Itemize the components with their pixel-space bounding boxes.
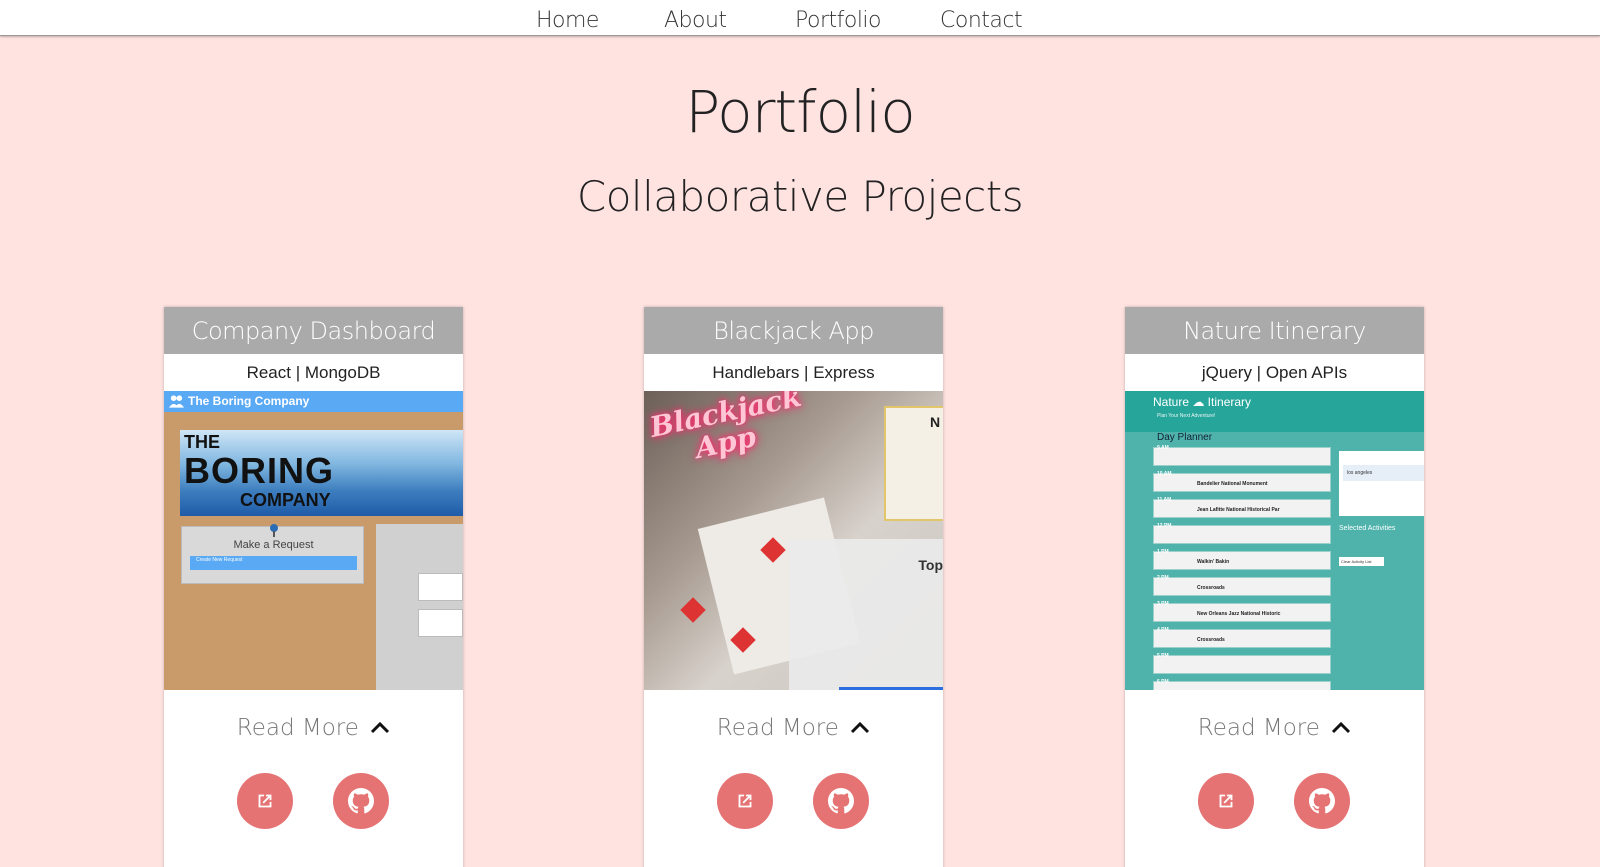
planner-row: [1153, 681, 1331, 690]
section-title: Collaborative Projects: [576, 172, 1024, 221]
diamond-suit-icon: [680, 597, 706, 623]
read-more-label: Read More: [1197, 715, 1320, 741]
logo-text-3: COMPANY: [240, 490, 331, 510]
nav-link-about[interactable]: About: [664, 8, 727, 33]
pin-icon: [270, 524, 278, 537]
neon-title: Blackjack App: [647, 391, 810, 472]
github-icon: [1309, 788, 1335, 814]
planner-row: [1153, 629, 1331, 648]
logo-text-2: BORING: [184, 450, 334, 491]
read-more-toggle[interactable]: Read More: [1125, 715, 1424, 741]
screenshot-logo-banner: THE BORING COMPANY: [180, 430, 463, 516]
external-link-icon: [738, 794, 752, 808]
screenshot-leaderboard-panel: Top: [789, 539, 943, 690]
screenshot-header: Nature ☁ Itinerary Plan Your Next Advent…: [1125, 391, 1424, 432]
planner-hour: 3 PM: [1157, 601, 1169, 607]
chevron-up-icon: [851, 721, 870, 733]
screenshot-app-name: Nature ☁ Itinerary: [1153, 395, 1252, 409]
screenshot-request-form: Make a Request Create New Request: [181, 524, 364, 584]
screenshot-selected-label: Selected Activities: [1339, 525, 1396, 532]
card-title: Nature Itinerary: [1125, 307, 1424, 354]
nav-link-home[interactable]: Home: [536, 8, 599, 33]
planner-activity: Jean Lafitte National Historical Par: [1197, 507, 1280, 513]
planner-row: [1153, 525, 1331, 544]
planner-hour: 1 PM: [1157, 549, 1169, 555]
planner-row: [1153, 447, 1331, 466]
planner-row: [1153, 551, 1331, 570]
screenshot-form-label: Make a Request: [233, 539, 314, 551]
screenshot-planner-label: Day Planner: [1157, 432, 1213, 443]
github-repo-button[interactable]: [333, 773, 389, 829]
read-more-label: Read More: [716, 715, 839, 741]
planner-hour: 10 AM: [1157, 471, 1172, 477]
github-icon: [828, 788, 854, 814]
planner-hour: 6 PM: [1157, 679, 1169, 685]
screenshot-search-box: los angeles: [1339, 451, 1424, 516]
external-link-icon: [258, 794, 272, 808]
live-site-button[interactable]: [237, 773, 293, 829]
nav-link-portfolio[interactable]: Portfolio: [795, 8, 882, 33]
nav-link-contact[interactable]: Contact: [940, 8, 1023, 33]
leaderboard-title: Top: [918, 557, 943, 573]
screenshot-search-value: los angeles: [1343, 465, 1424, 481]
page-title: Portfolio: [685, 78, 916, 146]
people-icon: [169, 395, 184, 408]
github-repo-button[interactable]: [813, 773, 869, 829]
playing-card-image: N: [884, 406, 943, 521]
read-more-label: Read More: [236, 715, 359, 741]
project-screenshot: Nature ☁ Itinerary Plan Your Next Advent…: [1125, 391, 1424, 690]
project-card-company-dashboard: Company Dashboard React | MongoDB The Bo…: [164, 307, 463, 867]
project-card-nature-itinerary: Nature Itinerary jQuery | Open APIs Natu…: [1125, 307, 1424, 867]
card-tech-stack: React | MongoDB: [246, 363, 381, 382]
screenshot-app-bar: The Boring Company: [164, 391, 463, 412]
planner-hour: 11 AM: [1157, 497, 1172, 503]
planner-hour: 4 PM: [1157, 627, 1169, 633]
planner-activity: Bandelier National Monument: [1197, 481, 1268, 487]
planner-row: [1153, 655, 1331, 674]
planner-row: [1153, 577, 1331, 596]
screenshot-tagline: Plan Your Next Adventure!: [1157, 413, 1216, 419]
top-navbar: Home About Portfolio Contact: [0, 0, 1600, 36]
screenshot-side-card: [418, 609, 463, 637]
planner-hour: 9 AM: [1157, 445, 1169, 451]
card-tech-stack: Handlebars | Express: [712, 363, 875, 382]
card-title: Company Dashboard: [164, 307, 463, 354]
card-tech-stack: jQuery | Open APIs: [1201, 363, 1348, 382]
project-screenshot: N Top Blackjack App: [644, 391, 943, 690]
screenshot-side-panel: [376, 524, 463, 690]
live-site-button[interactable]: [1198, 773, 1254, 829]
planner-activity: Crossroads: [1197, 585, 1225, 591]
planner-hour: 12 PM: [1157, 523, 1172, 529]
live-site-button[interactable]: [717, 773, 773, 829]
screenshot-side-card: [418, 573, 463, 601]
screenshot-select: Create New Request: [190, 556, 357, 570]
github-repo-button[interactable]: [1294, 773, 1350, 829]
planner-hour: 2 PM: [1157, 575, 1169, 581]
chevron-up-icon: [1332, 721, 1351, 733]
external-link-icon: [1219, 794, 1233, 808]
card-title: Blackjack App: [644, 307, 943, 354]
read-more-toggle[interactable]: Read More: [644, 715, 943, 741]
screenshot-app-name: The Boring Company: [188, 394, 310, 408]
screenshot-select-value: Create New Request: [196, 557, 243, 563]
chevron-up-icon: [371, 721, 390, 733]
planner-activity: Walkin' Bakin: [1197, 559, 1230, 565]
planner-activity: Crossroads: [1197, 637, 1225, 643]
project-screenshot: The Boring Company THE BORING COMPANY Ma…: [164, 391, 463, 690]
planner-activity: New Orleans Jazz National Historic: [1197, 611, 1281, 617]
read-more-toggle[interactable]: Read More: [164, 715, 463, 741]
planner-hour: 5 PM: [1157, 653, 1169, 659]
screenshot-accent-bar: [839, 687, 943, 690]
screenshot-clear-button: Clear Activity List: [1339, 557, 1384, 566]
project-card-blackjack-app: Blackjack App Handlebars | Express N Top…: [644, 307, 943, 867]
github-icon: [348, 788, 374, 814]
